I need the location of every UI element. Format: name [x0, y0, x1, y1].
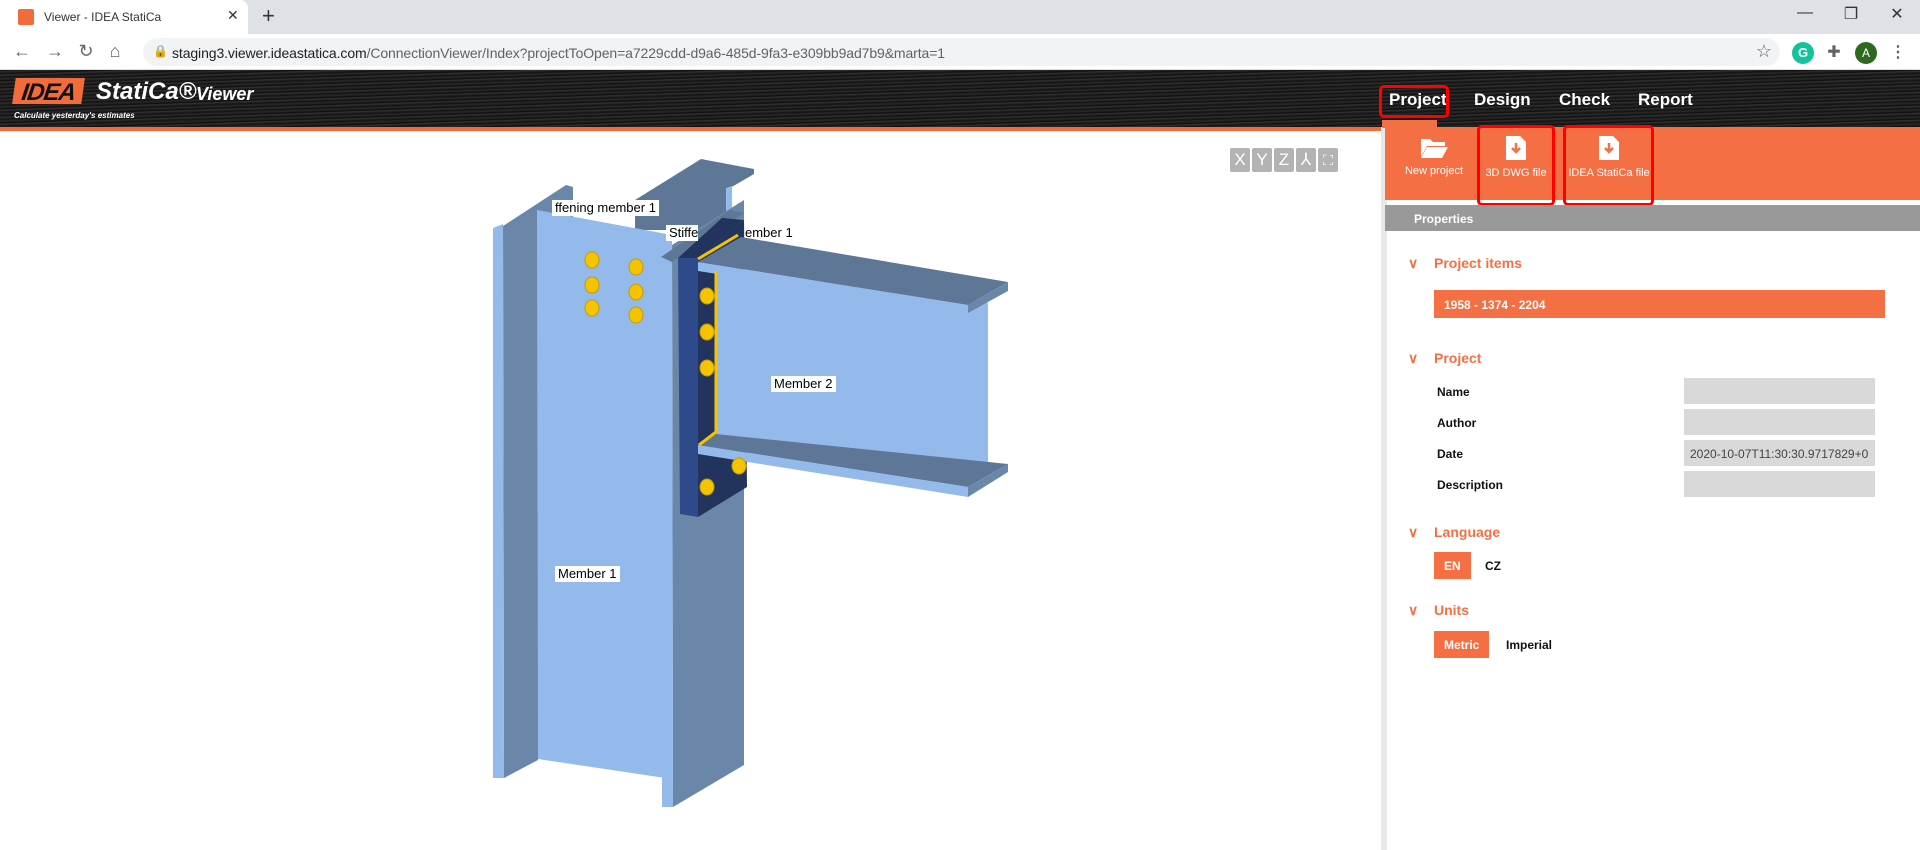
chevron-down-icon: ∨: [1408, 255, 1419, 271]
view-x-button[interactable]: X: [1230, 148, 1250, 172]
description-field[interactable]: [1684, 471, 1875, 497]
bolt: [628, 283, 644, 301]
window-close-icon[interactable]: ✕: [1882, 4, 1912, 24]
name-field[interactable]: [1684, 378, 1875, 404]
bolt: [699, 323, 715, 341]
name-label: Name: [1437, 385, 1470, 399]
label-stiffening-member-2-tail: ember 1: [745, 225, 793, 240]
units-metric-button[interactable]: Metric: [1434, 631, 1490, 658]
profile-avatar[interactable]: A: [1855, 42, 1877, 64]
bolt: [584, 251, 600, 269]
connection-model[interactable]: [0, 0, 1381, 850]
bolt: [584, 276, 600, 294]
language-cz-button[interactable]: CZ: [1475, 552, 1511, 579]
bolt: [699, 287, 715, 305]
chevron-down-icon: ∨: [1408, 350, 1419, 366]
label-member-2: Member 2: [771, 376, 836, 392]
language-en-button[interactable]: EN: [1434, 552, 1471, 579]
bolt: [628, 306, 644, 324]
column-left-flange-edge: [493, 224, 504, 778]
nav-design[interactable]: Design: [1474, 90, 1531, 110]
panel-divider[interactable]: [1381, 127, 1387, 850]
grammarly-icon[interactable]: G: [1792, 42, 1814, 64]
bolt: [699, 478, 715, 496]
section-title: Language: [1434, 524, 1501, 540]
fullscreen-button[interactable]: ⛶: [1318, 148, 1338, 172]
bolt: [699, 359, 715, 377]
section-language[interactable]: ∨ Language: [1408, 524, 1500, 541]
description-label: Description: [1437, 478, 1504, 492]
nav-check[interactable]: Check: [1559, 90, 1610, 110]
date-field[interactable]: 2020-10-07T11:30:30.9717829+0: [1684, 440, 1875, 466]
minimize-icon[interactable]: —: [1790, 4, 1820, 22]
column-right-flange-edge: [661, 250, 673, 807]
section-project[interactable]: ∨ Project: [1408, 350, 1481, 367]
date-label: Date: [1437, 447, 1464, 461]
section-units[interactable]: ∨ Units: [1408, 602, 1469, 619]
author-label: Author: [1437, 416, 1477, 430]
properties-header: Properties: [1385, 205, 1920, 231]
section-title: Project items: [1434, 255, 1522, 271]
section-title: Units: [1434, 602, 1469, 618]
units-imperial-button[interactable]: Imperial: [1496, 631, 1562, 658]
bolt: [628, 258, 644, 276]
author-field[interactable]: [1684, 409, 1875, 435]
view-y-button[interactable]: Y: [1252, 148, 1272, 172]
project-item[interactable]: 1958 - 1374 - 2204: [1434, 290, 1885, 318]
highlight-idea-file: [1563, 125, 1654, 206]
bolt: [731, 457, 747, 475]
label-member-1: Member 1: [555, 566, 620, 582]
label-stiffening-member-2: Stiffe: [666, 225, 699, 241]
new-project-label: New project: [1404, 165, 1464, 177]
bolt: [584, 299, 600, 317]
highlight-dwg: [1477, 125, 1555, 206]
view-3d-axes-button[interactable]: ⅄: [1296, 148, 1316, 172]
highlight-project-tab: [1379, 85, 1449, 118]
section-title: Project: [1434, 350, 1482, 366]
label-stiffening-member-1: ffening member 1: [552, 200, 659, 216]
folder-open-icon: [1421, 139, 1448, 158]
menu-icon[interactable]: ⋮: [1887, 42, 1909, 64]
new-project-button[interactable]: New project: [1402, 135, 1466, 177]
axes-icon: ⅄: [1300, 150, 1312, 169]
extensions-icon[interactable]: ✚: [1823, 42, 1845, 64]
chevron-down-icon: ∨: [1408, 602, 1419, 618]
column-web: [537, 210, 672, 779]
section-project-items[interactable]: ∨ Project items: [1408, 255, 1522, 272]
bookmark-star-icon[interactable]: ☆: [1756, 41, 1772, 62]
view-z-button[interactable]: Z: [1274, 148, 1294, 172]
end-plate-front: [678, 258, 698, 517]
fullscreen-icon: ⛶: [1323, 152, 1333, 168]
nav-report[interactable]: Report: [1638, 90, 1693, 110]
restore-icon[interactable]: ❐: [1836, 4, 1866, 24]
chevron-down-icon: ∨: [1408, 524, 1419, 540]
